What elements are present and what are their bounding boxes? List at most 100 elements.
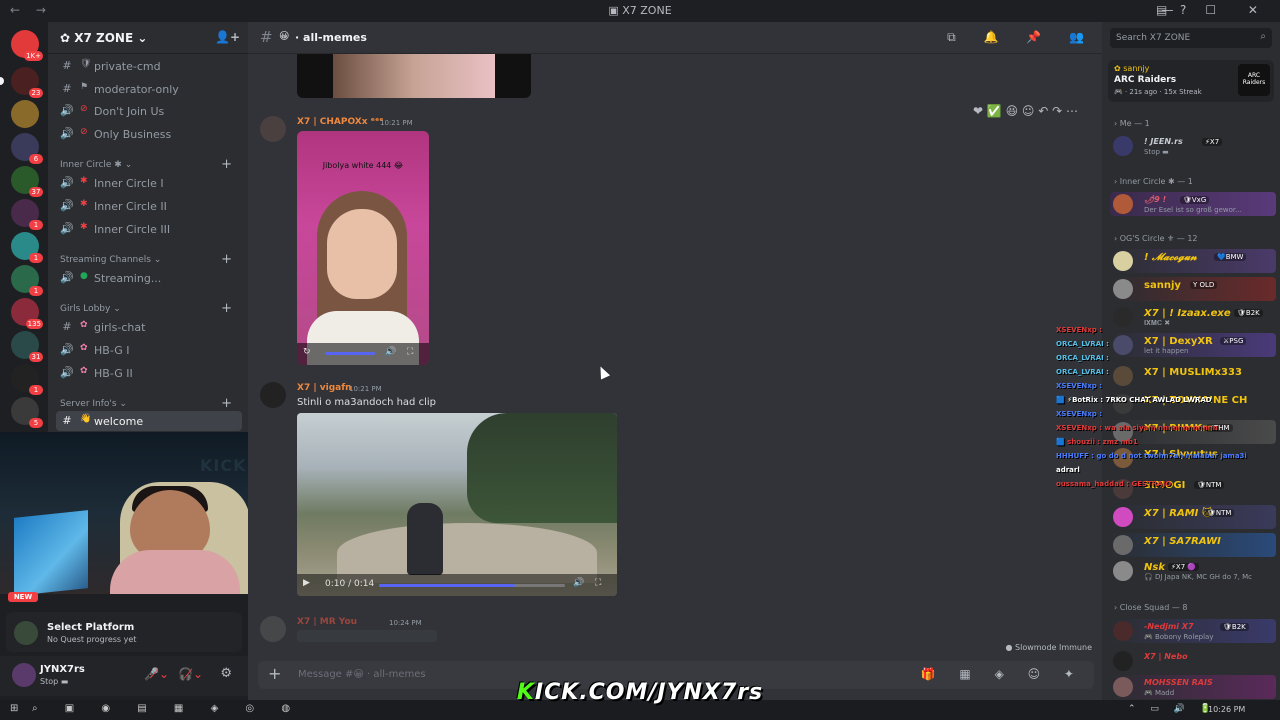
video-attachment[interactable]: Jibolya white 444 😂 ↻ 🔊 ⛶ <box>297 131 429 365</box>
volume-icon[interactable]: 🔊 <box>385 347 396 357</box>
channel-dont-join-us[interactable]: 🔊 ⊘ Don't Join Us <box>56 101 242 121</box>
message-avatar[interactable] <box>260 382 286 408</box>
text-channel-icon: # <box>260 28 273 46</box>
taskbar-apps[interactable]: ⌕ ▣ ◉ ▤ ▦ ◈ ◎ ◍ <box>32 703 302 714</box>
member-row[interactable]: X7 | SA7RAWI <box>1110 533 1276 557</box>
video-time: 0:10 / 0:14 <box>325 579 375 589</box>
mute-mic-icon[interactable]: 🎤̸⌄ <box>144 667 169 681</box>
message-avatar[interactable] <box>260 116 286 142</box>
channel-inner-circle-3[interactable]: 🔊 ✱ Inner Circle III <box>56 219 242 239</box>
system-tray[interactable]: ⌃ ▭ 🔊 🔋 <box>1128 704 1217 714</box>
message-author[interactable]: X7 | CHAPOXx ᵉᵉᵉ <box>297 117 384 127</box>
member-avatar <box>1113 136 1133 156</box>
message-avatar[interactable] <box>260 616 286 642</box>
channel-inner-circle-1[interactable]: 🔊 ✱ Inner Circle I <box>56 173 242 193</box>
member-row[interactable]: 🌶9 ! 🛡VxG Der Esel ist so groß gewor... <box>1110 192 1276 216</box>
server-icon[interactable]: 135 <box>11 298 43 329</box>
category-streaming[interactable]: Streaming Channels ⌄ + <box>56 252 242 268</box>
deafen-icon[interactable]: 🎧̸⌄ <box>178 667 203 681</box>
video-controls[interactable]: ↻ 🔊 ⛶ <box>297 343 429 365</box>
category-girls-lobby[interactable]: Girls Lobby ⌄ + <box>56 301 242 317</box>
channel-only-business[interactable]: 🔊 ⊘ Only Business <box>56 124 242 144</box>
taskbar-clock: 10:26 PM <box>1208 705 1246 714</box>
channel-streaming[interactable]: 🔊 ● Streaming... <box>56 268 242 288</box>
fullscreen-icon[interactable]: ⛶ <box>407 347 413 357</box>
server-icon[interactable]: 5 <box>11 397 43 428</box>
input-toolbar[interactable]: 🎁 ▦ ◈ ☺ ✦ <box>921 667 1084 681</box>
channel-inner-circle-2[interactable]: 🔊 ✱ Inner Circle II <box>56 196 242 216</box>
server-icon[interactable]: 1 <box>11 199 43 230</box>
guild-name[interactable]: ✿ X7 ZONE ⌄ <box>60 31 147 45</box>
voice-channel-icon: 🔊 <box>60 199 74 212</box>
member-row[interactable]: X7 | RAMI 🐱 🛡NTM <box>1110 505 1276 529</box>
add-attachment-icon[interactable]: + <box>268 664 281 683</box>
server-icon[interactable] <box>11 100 39 128</box>
video-controls[interactable]: ▶ 0:10 / 0:14 🔊 ⛶ <box>297 574 617 596</box>
add-channel-icon[interactable]: + <box>221 252 232 267</box>
add-channel-icon[interactable]: + <box>221 157 232 172</box>
message-hover-toolbar[interactable]: ❤ ✅ 😆 ☺ ↶ ↷ ⋯ <box>973 104 1078 124</box>
fullscreen-icon[interactable]: ⛶ <box>595 578 601 588</box>
member-group-header: › Close Squad — 8 <box>1114 603 1188 612</box>
text-channel-icon: # <box>62 82 72 95</box>
replay-icon[interactable]: ↻ <box>303 347 311 357</box>
category-inner-circle[interactable]: Inner Circle ✱ ⌄ + <box>56 157 242 173</box>
window-controls[interactable]: — ☐ ✕ <box>1162 3 1272 17</box>
channel-welcome[interactable]: # 👋 welcome <box>56 411 242 431</box>
server-icon[interactable]: 6 <box>11 133 43 164</box>
user-avatar[interactable] <box>12 663 36 687</box>
webcam-overlay: KICK <box>0 432 286 594</box>
quest-panel[interactable]: Select Platform No Quest progress yet <box>6 612 242 652</box>
channel-hb-g-1[interactable]: 🔊 ✿ HB-G I <box>56 340 242 360</box>
server-icon[interactable]: 23 <box>0 67 43 98</box>
server-icon[interactable]: 37 <box>11 166 43 197</box>
channel-girls-chat[interactable]: # ✿ girls-chat <box>56 317 242 337</box>
volume-icon[interactable]: 🔊 <box>573 578 584 588</box>
message-author[interactable]: X7 | MR You <box>297 617 357 627</box>
member-row[interactable]: ! JEEN.rs ⚡X7 Stop ▬ <box>1110 134 1276 158</box>
member-row[interactable]: ! 𝓜𝓪𝓬𝓸𝓰𝓾𝓷 💙BMW <box>1110 249 1276 273</box>
volume-slider[interactable] <box>325 352 375 355</box>
add-channel-icon[interactable]: + <box>221 301 232 316</box>
member-avatar <box>1113 535 1133 555</box>
video-attachment[interactable]: ▶ 0:10 / 0:14 🔊 ⛶ <box>297 413 617 596</box>
home-button[interactable]: 1K+ <box>11 30 43 61</box>
member-avatar <box>1113 279 1133 299</box>
user-status: Stop ▬ <box>40 677 69 686</box>
activity-art: ARC Raiders <box>1238 64 1270 96</box>
add-channel-icon[interactable]: + <box>221 396 232 411</box>
play-icon[interactable]: ▶ <box>303 578 310 588</box>
search-input[interactable]: Search X7 ZONE ⌕ <box>1110 28 1272 48</box>
guild-header[interactable]: ✿ X7 ZONE ⌄ 👤+ <box>48 22 248 54</box>
channel-moderator-only[interactable]: # ⚑ moderator-only <box>56 79 242 99</box>
video-progress[interactable] <box>379 584 565 587</box>
member-row[interactable]: -Nedjmi X7 🛡B2K 🎮 Bobony Roleplay <box>1110 619 1276 643</box>
member-row[interactable]: Nsk ⚡X7 🟣 🎧 DJ Japa NK, MC GH do 7, Mc <box>1110 559 1276 583</box>
chat-area: # 😀 · all-memes ⧉ 🔔 📌 👥 X7 | CHAPOXx ᵉᵉᵉ… <box>248 22 1102 700</box>
overlay-chat-line: ORCA_LVRAI : <box>1056 340 1109 348</box>
member-group-header: › OG'S Circle ⚜ — 12 <box>1114 234 1198 243</box>
message-author[interactable]: X7 | vigafn <box>297 383 352 393</box>
header-toolbar[interactable]: ⧉ 🔔 📌 👥 <box>947 30 1096 45</box>
member-group-header: › Inner Circle ✱ — 1 <box>1114 177 1193 186</box>
category-server-info[interactable]: Server Info's ⌄ + <box>56 396 242 412</box>
channel-private-cmd[interactable]: # 🛡 private-cmd <box>56 56 242 76</box>
add-member-icon[interactable]: 👤+ <box>215 30 240 44</box>
message-input-placeholder: Message #😀 · all-memes <box>298 669 426 680</box>
server-icon[interactable]: 1 <box>11 265 43 296</box>
member-row[interactable]: X7 | Nebo <box>1110 649 1276 673</box>
server-icon[interactable]: 31 <box>11 331 43 362</box>
channel-hb-g-2[interactable]: 🔊 ✿ HB-G II <box>56 363 242 383</box>
image-attachment[interactable] <box>297 54 531 98</box>
voice-channel-icon: 🔊 <box>60 271 74 284</box>
start-icon[interactable]: ⊞ <box>10 703 18 714</box>
text-channel-icon: # <box>62 59 72 72</box>
activity-card[interactable]: ✿ sannjy ARC Raiders 🎮 · 21s ago · 15x S… <box>1108 60 1274 102</box>
gear-icon[interactable]: ⚙ <box>220 666 232 681</box>
server-icon[interactable]: 1 <box>11 232 43 263</box>
member-row[interactable]: sannjy Y OLD <box>1110 277 1276 301</box>
server-icon[interactable]: 1 <box>11 364 43 395</box>
member-row[interactable]: MOHSSEN RAIS 🎮 Madd <box>1110 675 1276 699</box>
member-avatar <box>1113 507 1133 527</box>
username[interactable]: JYNX7rs <box>40 664 85 675</box>
